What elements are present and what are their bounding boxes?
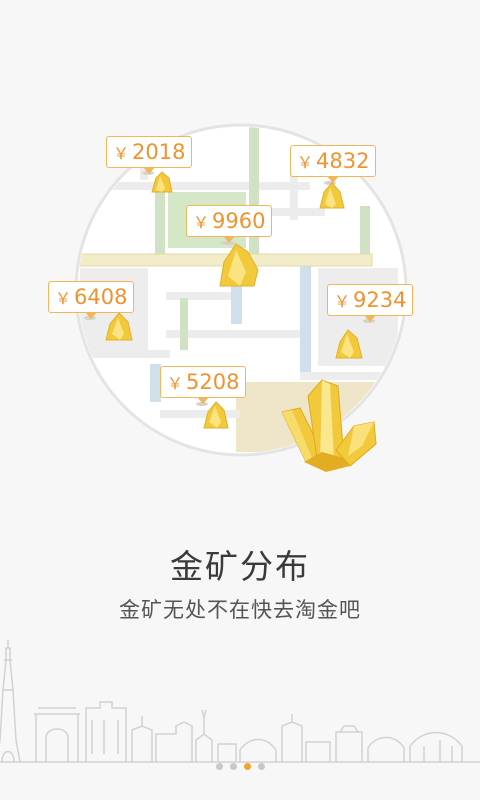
onboarding-title: 金矿分布 [170, 547, 310, 586]
price-tag: ￥ 2018 [106, 136, 193, 174]
price-amount: 2018 [132, 140, 186, 164]
price-tag: ￥ 6408 [48, 281, 135, 319]
onboarding-screen: ￥ 2018 ￥ 4832 ￥ 9960 ￥ 6408 ￥ 9234 ￥ 5208 金矿分布… [0, 0, 480, 800]
price-tag: ￥ 9960 [186, 205, 273, 243]
currency-symbol: ￥ [55, 289, 72, 308]
price-amount: 5208 [186, 370, 240, 394]
currency-symbol: ￥ [193, 213, 210, 232]
city-skyline-icon [0, 640, 480, 763]
price-amount: 9960 [212, 209, 266, 233]
price-tag: ￥ 9234 [327, 284, 414, 322]
currency-symbol: ￥ [334, 292, 351, 311]
currency-symbol: ￥ [167, 374, 184, 393]
page-dot[interactable] [215, 763, 223, 770]
onboarding-subtitle: 金矿无处不在快去淘金吧 [119, 598, 361, 622]
page-indicator [0, 763, 480, 773]
page-dot[interactable] [257, 763, 265, 770]
price-amount: 6408 [74, 285, 128, 309]
gold-map-illustration [74, 123, 408, 472]
currency-symbol: ￥ [113, 144, 130, 163]
page-dot[interactable] [229, 763, 237, 770]
page-dot-active[interactable] [243, 763, 251, 770]
price-tag: ￥ 4832 [290, 145, 377, 183]
price-tag: ￥ 5208 [160, 366, 247, 404]
price-amount: 9234 [353, 288, 407, 312]
currency-symbol: ￥ [297, 153, 314, 172]
price-amount: 4832 [316, 149, 370, 173]
